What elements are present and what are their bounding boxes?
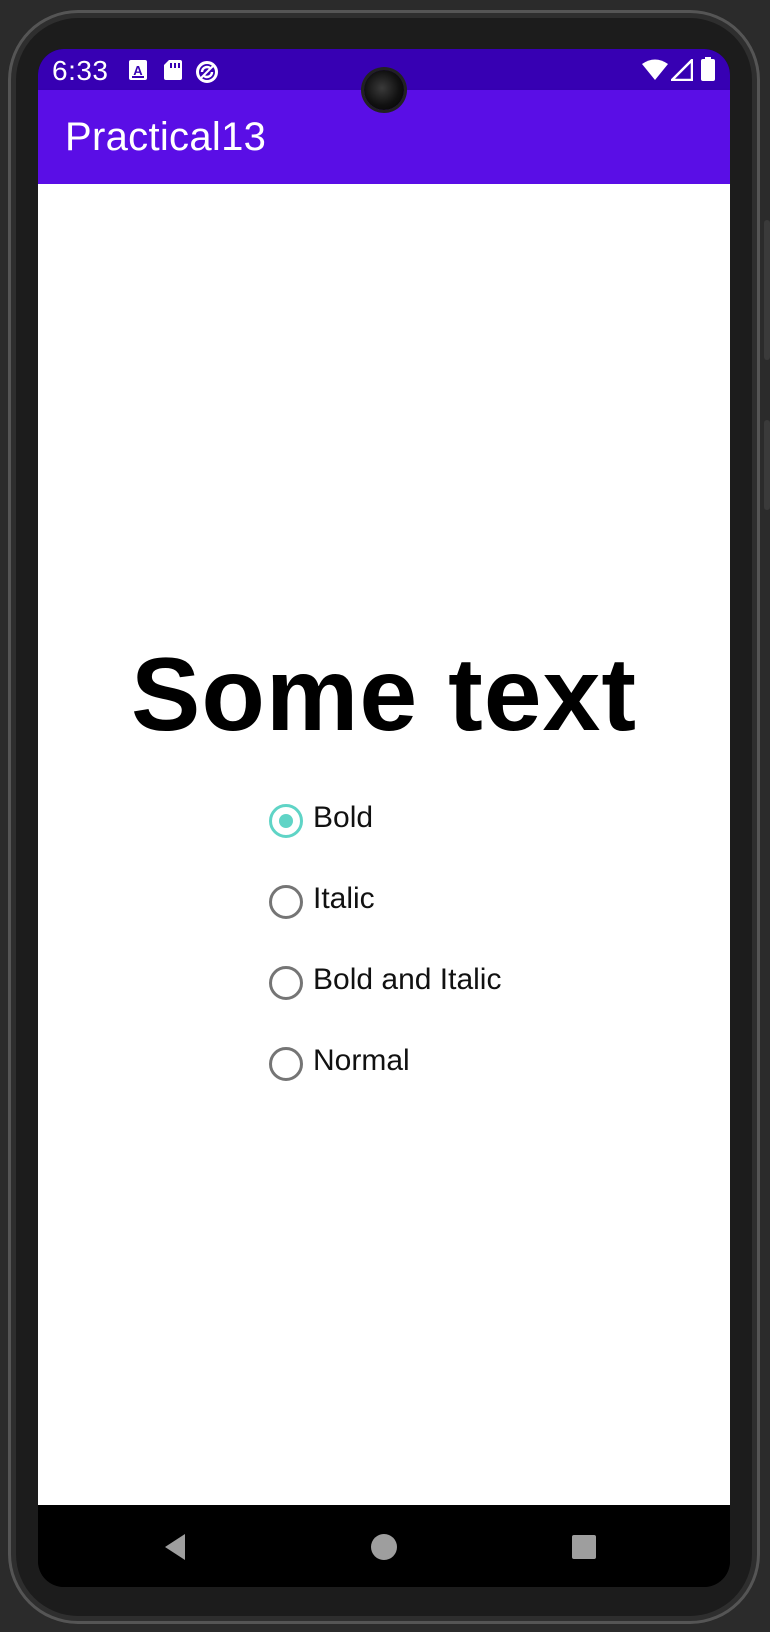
radio-bold-and-italic[interactable]: Bold and Italic bbox=[268, 960, 568, 1041]
app-title: Practical13 bbox=[65, 115, 267, 159]
home-icon[interactable] bbox=[368, 1531, 400, 1563]
svg-text:A: A bbox=[133, 63, 143, 78]
navigation-bar bbox=[38, 1505, 730, 1587]
radio-normal[interactable]: Normal bbox=[268, 1041, 568, 1122]
battery-icon bbox=[701, 57, 715, 81]
radio-bold[interactable]: Bold bbox=[268, 798, 568, 879]
styled-text-view: Some text bbox=[130, 637, 638, 753]
radio-label: Bold and Italic bbox=[313, 963, 502, 996]
text-style-radio-group: Bold Italic Bold and Italic Normal bbox=[268, 798, 568, 1122]
radio-dot bbox=[279, 814, 293, 828]
radio-checked-icon[interactable] bbox=[269, 804, 303, 838]
radio-unchecked-icon[interactable] bbox=[269, 1047, 303, 1081]
front-camera bbox=[364, 70, 404, 110]
radio-unchecked-icon[interactable] bbox=[269, 885, 303, 919]
radio-italic[interactable]: Italic bbox=[268, 879, 568, 960]
volume-button bbox=[764, 220, 770, 360]
power-button bbox=[764, 420, 770, 510]
back-icon[interactable] bbox=[160, 1531, 192, 1563]
radio-unchecked-icon[interactable] bbox=[269, 966, 303, 1000]
radio-label: Normal bbox=[313, 1044, 410, 1077]
sd-card-icon bbox=[164, 60, 182, 80]
status-time: 6:33 bbox=[52, 55, 109, 86]
radio-label: Italic bbox=[313, 882, 375, 915]
device-frame: 6:33 A Practical13 Some text Bold Italic… bbox=[0, 0, 770, 1632]
main-content: Some text Bold Italic Bold and Italic No… bbox=[38, 184, 730, 1505]
radio-label: Bold bbox=[313, 801, 374, 834]
wifi-icon bbox=[642, 59, 668, 80]
text-notification-icon: A bbox=[129, 60, 147, 80]
recents-icon[interactable] bbox=[568, 1531, 600, 1563]
screen: 6:33 A Practical13 Some text Bold Italic… bbox=[38, 49, 730, 1587]
sync-icon bbox=[196, 61, 218, 83]
signal-icon bbox=[671, 59, 693, 81]
